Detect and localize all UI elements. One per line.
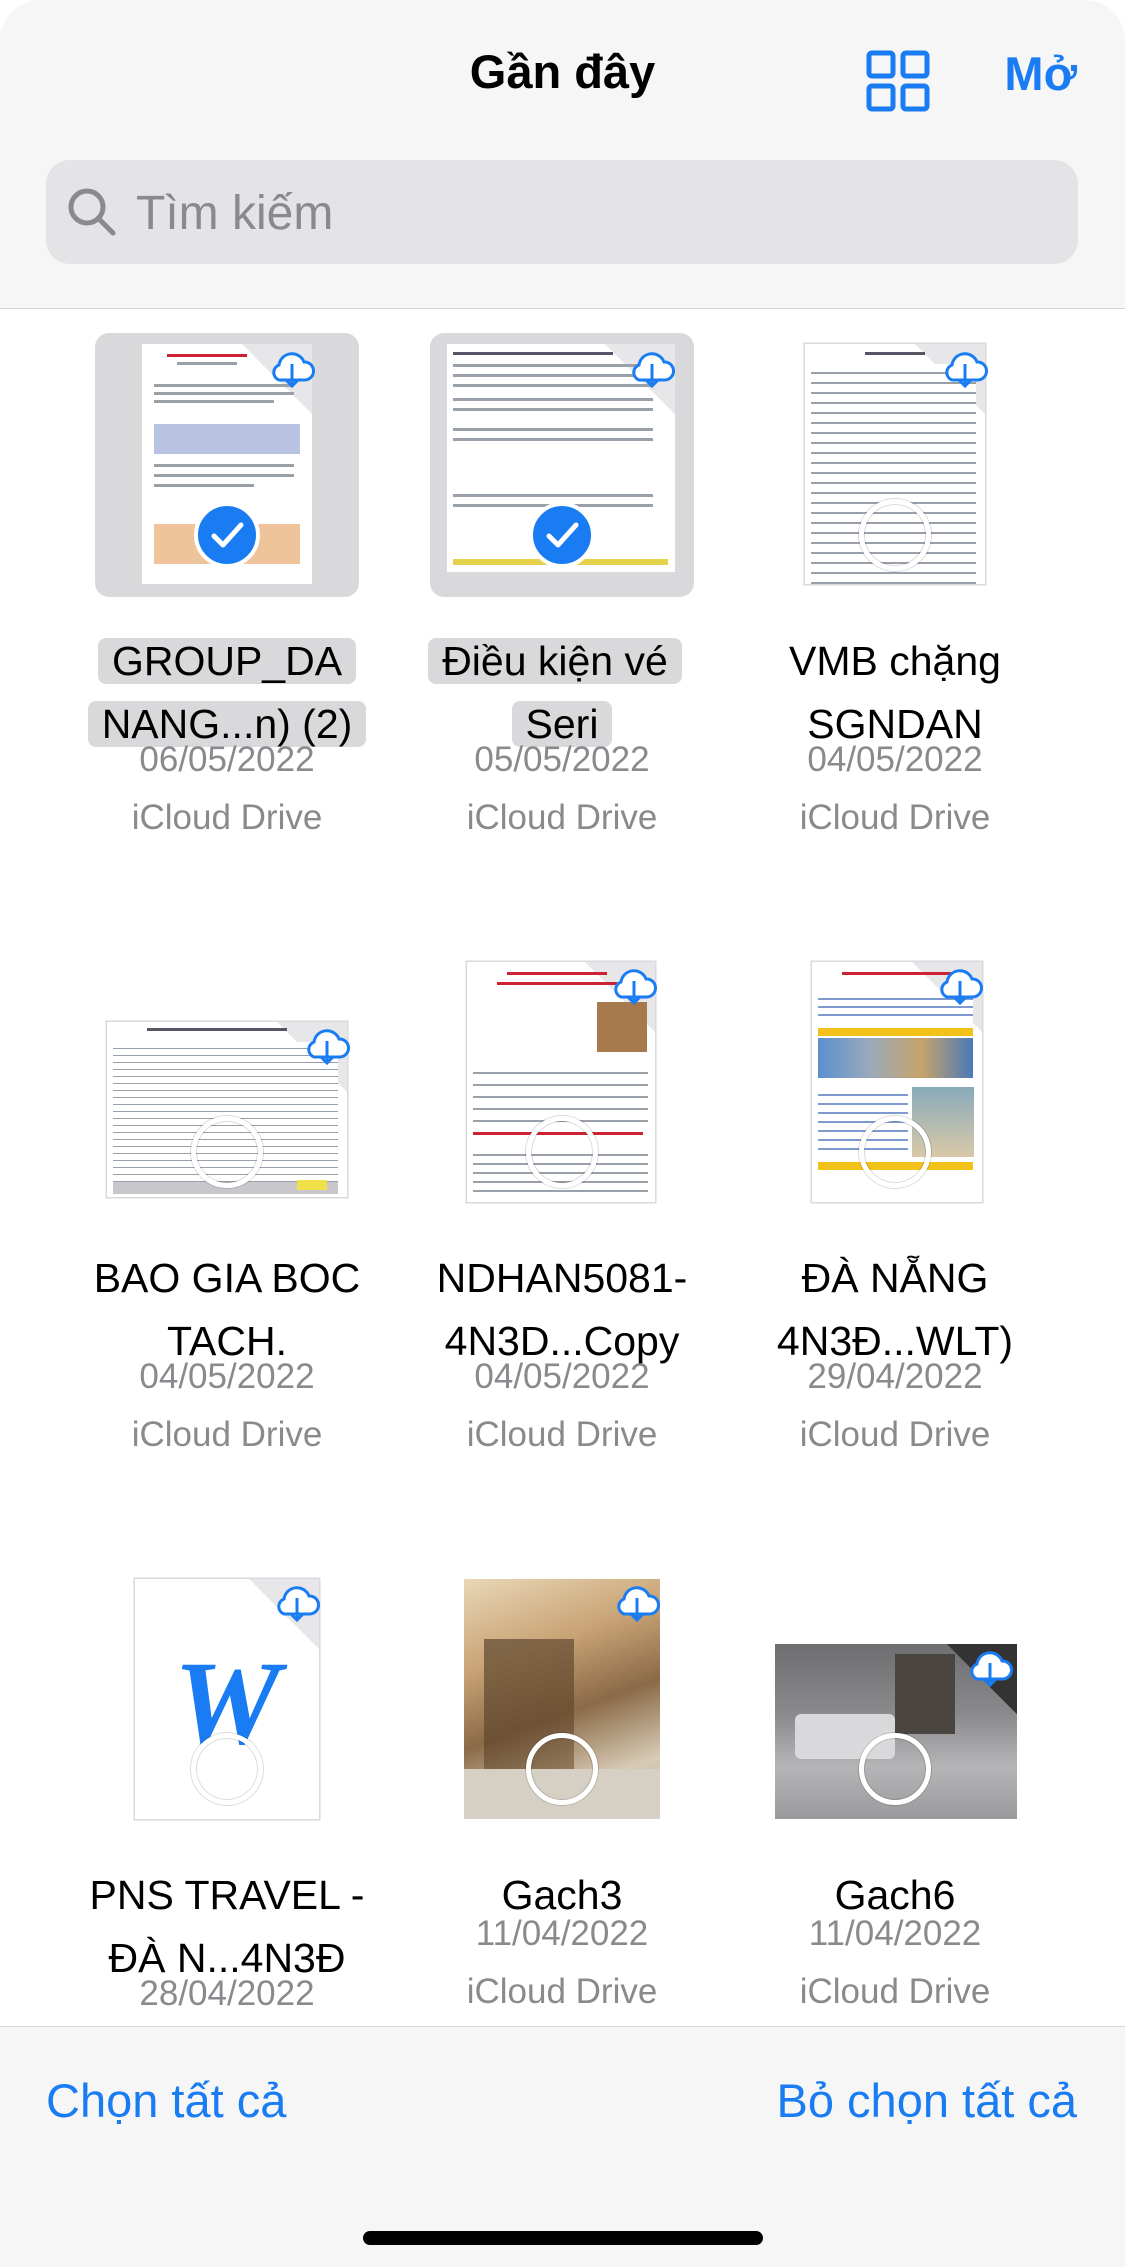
file-item[interactable]: GROUP_DA NANG...n) (2) 06/05/2022 iCloud… bbox=[62, 330, 392, 930]
file-name: ĐÀ NẴNG 4N3Đ...WLT) bbox=[776, 1255, 1014, 1364]
grid-icon[interactable] bbox=[866, 50, 930, 112]
file-date: 05/05/2022 bbox=[474, 740, 650, 779]
file-name: VMB chặng SGNDAN bbox=[789, 638, 1001, 747]
selection-circle-icon[interactable] bbox=[859, 499, 931, 571]
icloud-download-icon bbox=[945, 352, 988, 389]
file-thumbnail[interactable] bbox=[730, 330, 1060, 610]
file-name: GROUP_DA NANG...n) (2) bbox=[62, 630, 392, 756]
file-location: iCloud Drive bbox=[466, 798, 658, 837]
file-thumbnail[interactable] bbox=[730, 947, 1060, 1227]
file-item[interactable]: BAO GIA BOC TACH. 04/05/2022 iCloud Driv… bbox=[62, 947, 392, 1547]
icloud-download-icon bbox=[632, 352, 675, 389]
icloud-download-icon bbox=[614, 969, 657, 1006]
search-input[interactable] bbox=[134, 178, 1038, 248]
file-date: 28/04/2022 bbox=[139, 1974, 315, 2013]
search-bar[interactable] bbox=[46, 160, 1078, 264]
selection-circle-icon[interactable] bbox=[191, 1733, 263, 1805]
selection-circle-icon[interactable] bbox=[526, 1116, 598, 1188]
icloud-download-icon bbox=[307, 1029, 350, 1066]
file-thumbnail[interactable] bbox=[397, 1564, 727, 1844]
file-date: 29/04/2022 bbox=[807, 1357, 983, 1396]
file-location: iCloud Drive bbox=[799, 798, 991, 837]
file-thumbnail[interactable] bbox=[730, 1564, 1060, 1844]
file-location: iCloud Drive bbox=[799, 1972, 991, 2011]
open-button[interactable]: Mở bbox=[1004, 46, 1077, 101]
file-thumbnail[interactable]: W bbox=[62, 1564, 392, 1844]
file-name: Điều kiện vé Seri bbox=[397, 630, 727, 756]
file-picker-sheet: Gần đây Mở Tìm kiếm GROUP_DA NANG...n) (… bbox=[0, 0, 1125, 2267]
file-date: 04/05/2022 bbox=[474, 1357, 650, 1396]
selected-checkmark-icon bbox=[529, 502, 595, 568]
search-icon bbox=[68, 188, 116, 236]
file-location: iCloud Drive bbox=[466, 1415, 658, 1454]
file-location: iCloud Drive bbox=[799, 1415, 991, 1454]
file-date: 11/04/2022 bbox=[475, 1914, 649, 1953]
deselect-all-button[interactable]: Bỏ chọn tất cả bbox=[777, 2073, 1077, 2128]
icloud-download-icon bbox=[277, 1586, 320, 1623]
file-item[interactable]: Điều kiện vé Seri 05/05/2022 iCloud Driv… bbox=[397, 330, 727, 930]
file-thumbnail[interactable] bbox=[62, 330, 392, 610]
file-date: 11/04/2022 bbox=[808, 1914, 982, 1953]
selection-circle-icon[interactable] bbox=[191, 1116, 263, 1188]
icloud-download-icon bbox=[272, 352, 315, 389]
page-title: Gần đây bbox=[469, 45, 656, 98]
file-location: iCloud Drive bbox=[466, 1972, 658, 2011]
file-name: NDHAN5081- 4N3D...Copy bbox=[436, 1255, 688, 1364]
file-item[interactable]: VMB chặng SGNDAN 04/05/2022 iCloud Drive bbox=[730, 330, 1060, 930]
file-date: 04/05/2022 bbox=[139, 1357, 315, 1396]
file-thumbnail[interactable] bbox=[397, 947, 727, 1227]
file-location: iCloud Drive bbox=[131, 798, 323, 837]
selection-circle-icon[interactable] bbox=[526, 1733, 598, 1805]
file-name: PNS TRAVEL - ĐÀ N...4N3Đ bbox=[89, 1872, 365, 1981]
top-bar: Gần đây Mở bbox=[0, 0, 1125, 309]
file-date: 04/05/2022 bbox=[807, 740, 983, 779]
select-all-button[interactable]: Chọn tất cả bbox=[46, 2073, 286, 2128]
icloud-download-icon bbox=[617, 1586, 660, 1623]
file-thumbnail[interactable] bbox=[397, 330, 727, 610]
file-name: BAO GIA BOC TACH. bbox=[93, 1255, 361, 1364]
file-item[interactable]: NDHAN5081- 4N3D...Copy 04/05/2022 iCloud… bbox=[397, 947, 727, 1547]
icloud-download-icon bbox=[970, 1651, 1013, 1688]
selected-checkmark-icon bbox=[194, 502, 260, 568]
icloud-download-icon bbox=[940, 969, 983, 1006]
file-thumbnail[interactable] bbox=[62, 947, 392, 1227]
file-location: iCloud Drive bbox=[131, 1415, 323, 1454]
selection-circle-icon[interactable] bbox=[859, 1733, 931, 1805]
file-date: 06/05/2022 bbox=[139, 740, 315, 779]
home-indicator[interactable] bbox=[363, 2231, 763, 2245]
selection-circle-icon[interactable] bbox=[859, 1116, 931, 1188]
file-item[interactable]: ĐÀ NẴNG 4N3Đ...WLT) 29/04/2022 iCloud Dr… bbox=[730, 947, 1060, 1547]
